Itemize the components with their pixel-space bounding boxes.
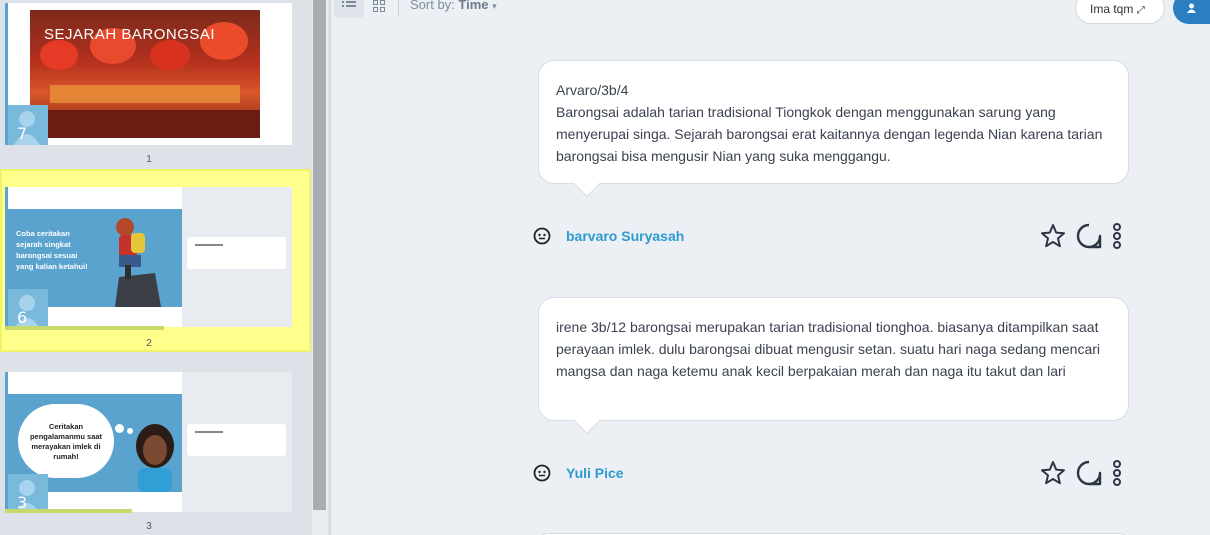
user-icon (1187, 3, 1196, 13)
author-name: Yuli Pice (566, 465, 624, 481)
badge-count: 7 (17, 124, 28, 143)
user-button[interactable] (1173, 0, 1210, 24)
star-icon[interactable] (1040, 460, 1066, 486)
sort-label: Sort by: (410, 0, 455, 12)
response-bubble: Arvaro/3b/4 Barongsai adalah tarian trad… (538, 60, 1129, 198)
more-options-icon[interactable] (1112, 460, 1122, 486)
chevron-down-icon: ▾ (492, 1, 497, 11)
response-author: Yuli Pice (533, 464, 624, 482)
slide-card-1[interactable]: SEJARAH BARONGSAI 7 1 (5, 3, 292, 165)
comment-icon[interactable] (1076, 223, 1102, 249)
slide-prompt-text: Coba ceritakan sejarah singkat barongsai… (16, 229, 88, 271)
slide-prompt-text: Ceritakan pengalamanmu saat merayakan im… (29, 422, 103, 461)
lanterns-image: SEJARAH BARONGSAI (30, 10, 260, 138)
sort-dropdown[interactable]: Sort by: Time ▾ (410, 0, 497, 12)
participant-name: Ima tqm (1090, 2, 1134, 16)
participant-pill[interactable]: Ima tqm ⤢ (1075, 0, 1165, 24)
star-icon[interactable] (1040, 223, 1066, 249)
grid-view-button[interactable] (368, 0, 390, 18)
slide-card-3[interactable]: Ceritakan pengalamanmu saat merayakan im… (5, 372, 292, 534)
slide-number: 1 (146, 154, 152, 165)
response-text: irene 3b/12 barongsai merupakan tarian t… (556, 319, 1101, 379)
participant-count-badge: 6 (8, 289, 48, 327)
toolbar-divider (398, 0, 399, 16)
boy-illustration (115, 218, 161, 307)
bubble-tail (572, 168, 602, 198)
girl-illustration (136, 424, 174, 492)
bubble-tail (572, 405, 602, 435)
smiley-face-icon (533, 464, 551, 482)
badge-count: 6 (17, 308, 28, 327)
response-card-preview (187, 424, 286, 456)
slide-number: 3 (146, 521, 152, 532)
response-card-preview (187, 237, 286, 269)
grid-icon (373, 0, 385, 12)
more-options-icon[interactable] (1112, 223, 1122, 249)
slide-card-2[interactable]: Coba ceritakan sejarah singkat barongsai… (5, 187, 292, 349)
slide-thumbnail-1: SEJARAH BARONGSAI 7 (5, 3, 292, 145)
response-author: barvaro Suryasah (533, 227, 684, 245)
author-name: barvaro Suryasah (566, 228, 685, 244)
slide-thumbnail-3: Ceritakan pengalamanmu saat merayakan im… (5, 372, 292, 512)
participant-count-badge: 3 (8, 474, 48, 512)
slide-number: 2 (146, 338, 152, 349)
sort-value: Time (458, 0, 489, 12)
list-icon (342, 1, 356, 7)
list-view-button[interactable] (334, 0, 364, 18)
smiley-face-icon (533, 227, 551, 245)
response-bubble: irene 3b/12 barongsai merupakan tarian t… (538, 297, 1129, 435)
slide-thumbnail-2: Coba ceritakan sejarah singkat barongsai… (5, 187, 292, 327)
comment-icon[interactable] (1076, 460, 1102, 486)
expand-icon: ⤢ (1136, 5, 1145, 16)
slide-title: SEJARAH BARONGSAI (44, 26, 216, 43)
response-text: Arvaro/3b/4 Barongsai adalah tarian trad… (556, 82, 1103, 164)
slide-progress-bar (5, 326, 164, 330)
participant-count-badge: 7 (8, 105, 48, 145)
slide-progress-bar (5, 509, 132, 513)
sidebar-scrollbar-thumb[interactable] (313, 0, 326, 510)
